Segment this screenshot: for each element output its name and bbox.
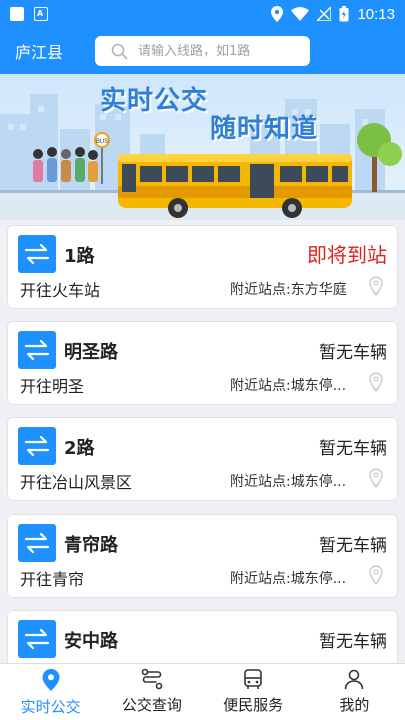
location-pin-icon xyxy=(369,565,383,585)
exchange-arrows-icon xyxy=(18,427,56,465)
tab-label: 我的 xyxy=(339,696,370,714)
route-name: 青帘路 xyxy=(64,535,118,556)
tab-bus-query[interactable]: 公交查询 xyxy=(101,664,202,720)
route-direction: 开往明圣 xyxy=(20,377,85,396)
banner: BUS 实时公交 随时知道 xyxy=(0,74,405,220)
route-direction: 开往火车站 xyxy=(20,281,101,300)
exchange-arrows-icon xyxy=(18,620,56,658)
route-name: 2路 xyxy=(64,438,95,459)
route-status: 暂无车辆 xyxy=(319,632,387,652)
exchange-arrows-icon xyxy=(18,524,56,562)
tab-label: 便民服务 xyxy=(223,696,284,714)
bus-stop-sign: BUS xyxy=(96,139,108,145)
tab-label: 公交查询 xyxy=(121,696,182,714)
location-pin-icon xyxy=(369,372,383,392)
location-pin-icon xyxy=(369,468,383,488)
nearby-station: 附近站点:东方华庭 xyxy=(230,282,347,298)
exchange-arrows-icon xyxy=(18,331,56,369)
route-card[interactable]: 青帘路 暂无车辆 开往青帘 附近站点:城东停... xyxy=(7,514,398,598)
nearby-station: 附近站点:城东停... xyxy=(230,378,347,394)
battery-icon xyxy=(339,6,349,22)
wifi-icon xyxy=(291,7,310,21)
search-input[interactable] xyxy=(138,43,298,59)
route-name: 1路 xyxy=(64,246,95,267)
banner-title-left: 实时公交 xyxy=(100,86,209,116)
route-icon xyxy=(141,668,163,690)
tab-realtime-bus[interactable]: 实时公交 xyxy=(0,664,101,720)
city-selector[interactable]: 庐江县 xyxy=(15,39,95,63)
banner-title-right: 随时知道 xyxy=(210,114,319,144)
tab-mine[interactable]: 我的 xyxy=(304,664,405,720)
route-status: 暂无车辆 xyxy=(319,439,387,459)
route-direction: 开往青帘 xyxy=(20,570,85,589)
photo-icon xyxy=(10,7,24,21)
no-signal-icon xyxy=(317,7,332,21)
map-pin-icon xyxy=(42,669,60,691)
route-status: 暂无车辆 xyxy=(319,343,387,363)
route-card[interactable]: 2路 暂无车辆 开往冶山风景区 附近站点:城东停... xyxy=(7,417,398,501)
tab-label: 实时公交 xyxy=(20,698,81,716)
nearby-station: 附近站点:城东停... xyxy=(230,571,347,587)
bus-icon xyxy=(244,669,262,689)
route-status: 暂无车辆 xyxy=(319,536,387,556)
top-bar: 庐江县 xyxy=(0,28,405,74)
nearby-station: 附近站点:城东停... xyxy=(230,474,347,490)
search-icon xyxy=(111,43,128,60)
route-name: 安中路 xyxy=(64,631,118,652)
exchange-arrows-icon xyxy=(18,235,56,273)
route-status: 即将到站 xyxy=(307,243,387,267)
a-icon: A xyxy=(34,7,48,21)
status-bar: A 10:13 xyxy=(0,0,405,28)
status-time: 10:13 xyxy=(357,5,395,23)
bottom-nav: 实时公交 公交查询 便民服务 我的 xyxy=(0,663,405,720)
route-card[interactable]: 1路 即将到站 开往火车站 附近站点:东方华庭 xyxy=(7,225,398,309)
route-direction: 开往冶山风景区 xyxy=(20,473,133,492)
route-card[interactable]: 明圣路 暂无车辆 开往明圣 附近站点:城东停... xyxy=(7,321,398,405)
location-pin-icon xyxy=(369,276,383,296)
user-icon xyxy=(345,669,364,690)
location-icon xyxy=(271,6,284,22)
tab-services[interactable]: 便民服务 xyxy=(203,664,304,720)
search-box[interactable] xyxy=(95,36,310,66)
route-name: 明圣路 xyxy=(64,342,118,363)
